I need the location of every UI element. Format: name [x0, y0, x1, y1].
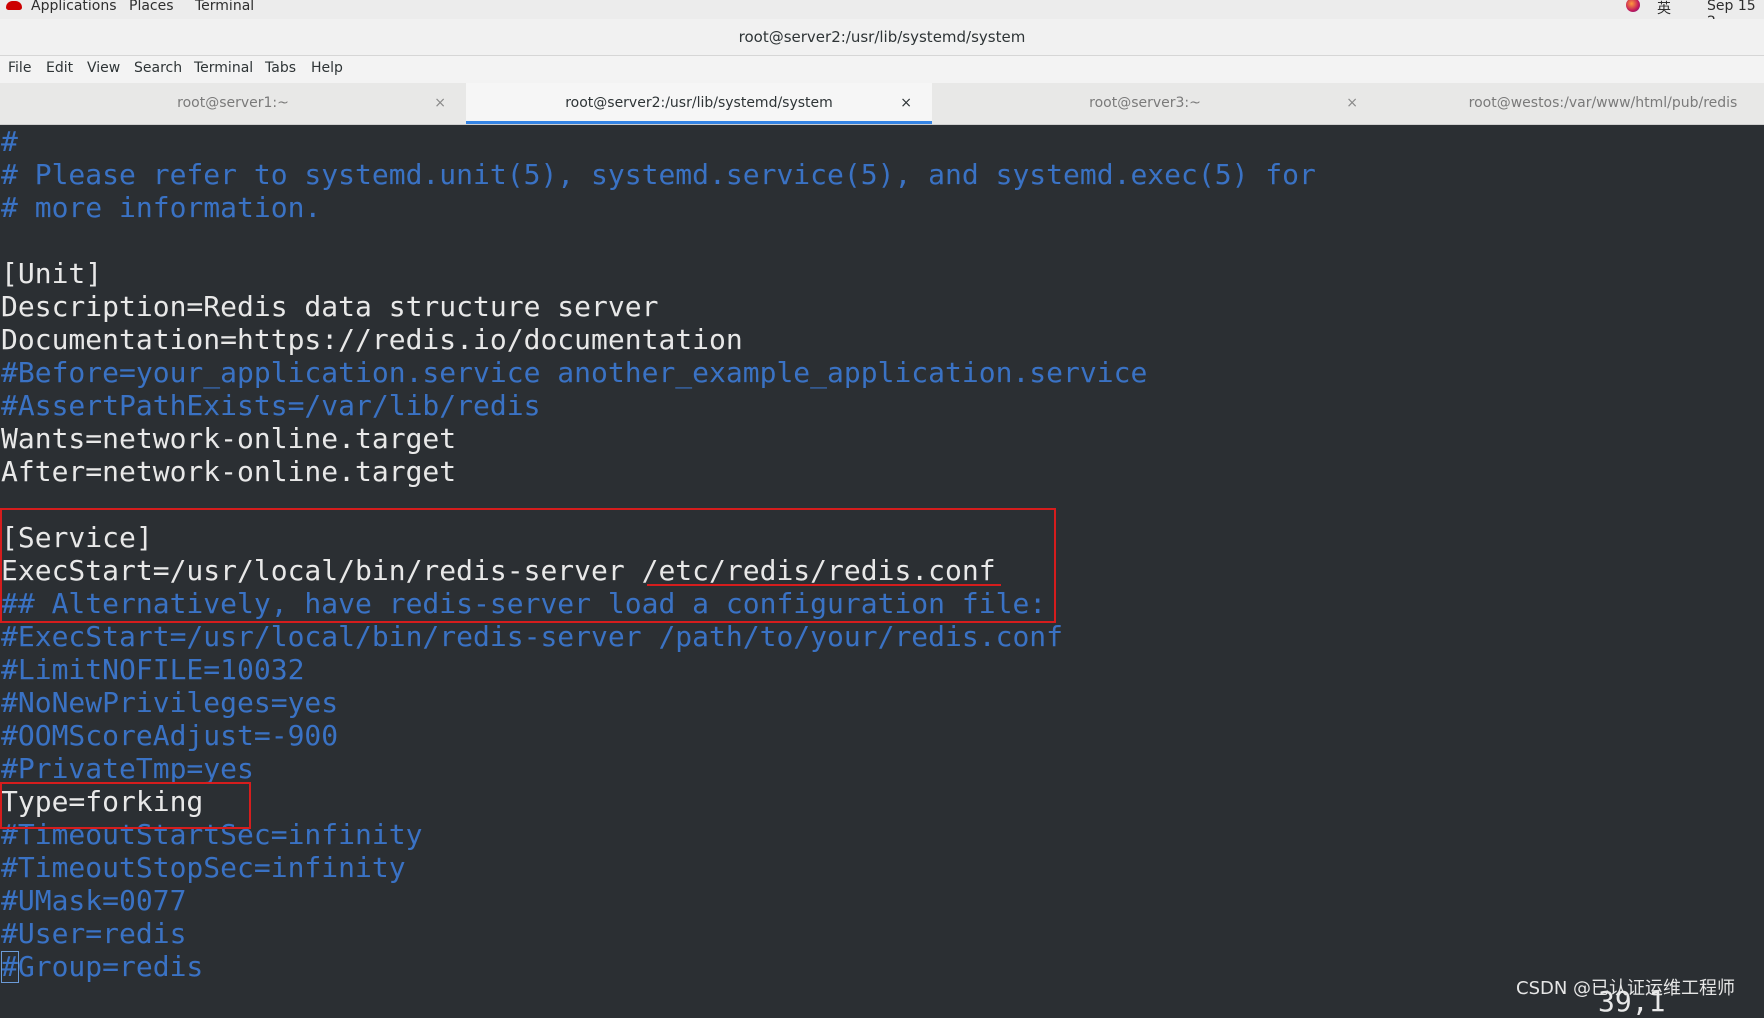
editor-line: #Before=your_application.service another… [1, 356, 1148, 389]
firefox-icon[interactable] [1626, 0, 1640, 12]
menu-view[interactable]: View [87, 60, 120, 76]
editor-line: #NoNewPrivileges=yes [1, 686, 339, 719]
annotation-service-box [0, 508, 1056, 623]
editor-line: #OOMScoreAdjust=-900 [1, 719, 339, 752]
tab-label: root@server1:~ [177, 95, 289, 111]
close-icon[interactable]: × [1346, 83, 1358, 123]
tab-label: root@server3:~ [1089, 95, 1201, 111]
editor-line: After=network-online.target [1, 455, 457, 488]
editor-line: #ExecStart=/usr/local/bin/redis-server /… [1, 620, 1064, 653]
close-icon[interactable]: × [900, 83, 912, 123]
tab-westos[interactable]: root@westos:/var/www/html/pub/redis [1378, 83, 1764, 124]
applications-menu[interactable]: Applications [31, 0, 117, 14]
menu-tabs[interactable]: Tabs [265, 60, 296, 76]
tab-server2[interactable]: root@server2:/usr/lib/systemd/system × [466, 83, 932, 124]
redhat-logo-icon [6, 1, 22, 10]
tab-label: root@westos:/var/www/html/pub/redis [1468, 95, 1738, 111]
input-method-indicator[interactable]: 英 [1657, 0, 1671, 18]
editor-line: #UMask=0077 [1, 884, 187, 917]
editor-line: Description=Redis data structure server [1, 290, 659, 323]
editor-line: #AssertPathExists=/var/lib/redis [1, 389, 541, 422]
editor-line: #LimitNOFILE=10032 [1, 653, 305, 686]
text-cursor [1, 951, 19, 983]
menu-bar: File Edit View Search Terminal Tabs Help [0, 56, 1764, 83]
editor-line: #Group=redis [1, 950, 204, 983]
editor-line: #TimeoutStopSec=infinity [1, 851, 406, 884]
close-icon[interactable]: × [434, 83, 446, 123]
tab-server1[interactable]: root@server1:~ × [0, 83, 466, 124]
menu-terminal[interactable]: Terminal [194, 60, 253, 76]
editor-line: #PrivateTmp=yes [1, 752, 254, 785]
watermark: CSDN @已认证运维工程师 [1516, 978, 1736, 999]
annotation-underline [647, 584, 1001, 586]
menu-search[interactable]: Search [134, 60, 182, 76]
terminal-app-menu[interactable]: Terminal [195, 0, 254, 14]
menu-edit[interactable]: Edit [46, 60, 73, 76]
tab-server3[interactable]: root@server3:~ × [912, 83, 1378, 124]
system-top-bar: Applications Places Terminal 英 Sep 15 2 [0, 0, 1764, 30]
window-title: root@server2:/usr/lib/systemd/system [0, 19, 1764, 56]
editor-line: [Unit] [1, 257, 103, 290]
editor-line: #User=redis [1, 917, 187, 950]
menu-file[interactable]: File [8, 60, 31, 76]
menu-help[interactable]: Help [311, 60, 343, 76]
places-menu[interactable]: Places [129, 0, 174, 14]
editor-line: # Please refer to systemd.unit(5), syste… [1, 158, 1316, 191]
editor-line: Wants=network-online.target [1, 422, 457, 455]
editor-line: # more information. [1, 191, 322, 224]
editor-line: Documentation=https://redis.io/documenta… [1, 323, 743, 356]
editor-line: # [1, 125, 18, 158]
annotation-type-box [0, 782, 251, 829]
tab-label: root@server2:/usr/lib/systemd/system [565, 95, 833, 111]
terminal-viewport[interactable]: # # Please refer to systemd.unit(5), sys… [0, 125, 1764, 1007]
tab-bar: root@server1:~ × root@server2:/usr/lib/s… [0, 83, 1764, 125]
